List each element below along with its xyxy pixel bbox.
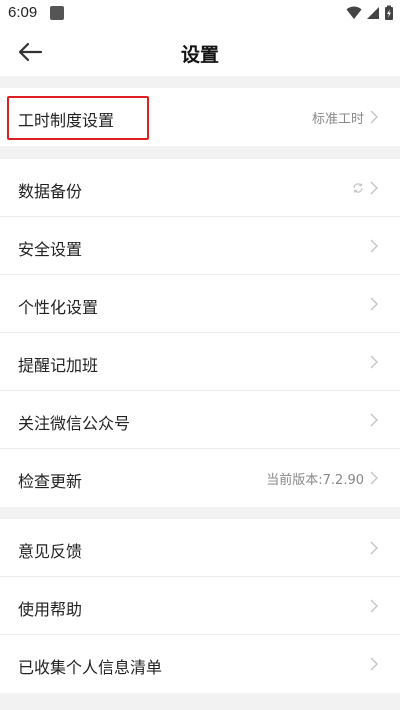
chevron-right-icon (370, 239, 378, 253)
bottom-spacer (0, 705, 400, 710)
setting-label: 已收集个人信息清单 (18, 658, 163, 677)
settings-group-work: 工时制度设置 标准工时 (0, 88, 400, 146)
setting-value: 标准工时 (311, 111, 364, 127)
setting-label: 个性化设置 (18, 298, 99, 317)
chevron-right-icon (370, 471, 378, 485)
sync-icon (353, 183, 363, 193)
setting-label: 意见反馈 (18, 542, 83, 561)
chevron-right-icon (370, 413, 378, 427)
setting-row-check-update[interactable]: 检查更新 当前版本:7.2.90 (0, 449, 400, 507)
setting-row-overtime-reminder[interactable]: 提醒记加班 (0, 333, 400, 391)
setting-row-follow-wechat[interactable]: 关注微信公众号 (0, 391, 400, 449)
setting-row-work-hours[interactable]: 工时制度设置 标准工时 (0, 88, 400, 146)
setting-row-feedback[interactable]: 意见反馈 (0, 519, 400, 577)
setting-row-help[interactable]: 使用帮助 (0, 577, 400, 635)
status-icons (346, 5, 394, 21)
setting-row-collected-info[interactable]: 已收集个人信息清单 (0, 635, 400, 693)
version-text: 当前版本:7.2.90 (266, 472, 364, 488)
chevron-right-icon (370, 110, 378, 124)
notification-icon (50, 6, 64, 20)
wifi-icon (346, 6, 362, 19)
chevron-right-icon (370, 599, 378, 613)
setting-label: 安全设置 (18, 240, 83, 259)
setting-label: 工时制度设置 (18, 111, 115, 130)
chevron-right-icon (370, 355, 378, 369)
chevron-right-icon (370, 541, 378, 555)
chevron-right-icon (370, 297, 378, 311)
setting-label: 使用帮助 (18, 600, 83, 619)
status-time: 6:09 (8, 4, 38, 21)
setting-label: 提醒记加班 (18, 356, 99, 375)
battery-charging-icon (385, 5, 393, 20)
status-bar: 6:09 (0, 0, 400, 28)
setting-label: 关注微信公众号 (18, 414, 131, 433)
page-title: 设置 (180, 44, 219, 66)
app-header: 设置 (0, 28, 400, 76)
setting-row-personalization[interactable]: 个性化设置 (0, 275, 400, 333)
setting-label: 数据备份 (18, 182, 83, 201)
setting-row-data-backup[interactable]: 数据备份 (0, 159, 400, 217)
chevron-right-icon (370, 181, 378, 195)
settings-group-general: 数据备份 安全设置 个性化设置 提醒记加班 关注微信公众号 检查更新 当前版本:… (0, 159, 400, 507)
setting-row-security[interactable]: 安全设置 (0, 217, 400, 275)
chevron-right-icon (370, 657, 378, 671)
settings-group-support: 意见反馈 使用帮助 已收集个人信息清单 (0, 519, 400, 693)
signal-icon (367, 7, 379, 19)
setting-label: 检查更新 (18, 472, 83, 491)
